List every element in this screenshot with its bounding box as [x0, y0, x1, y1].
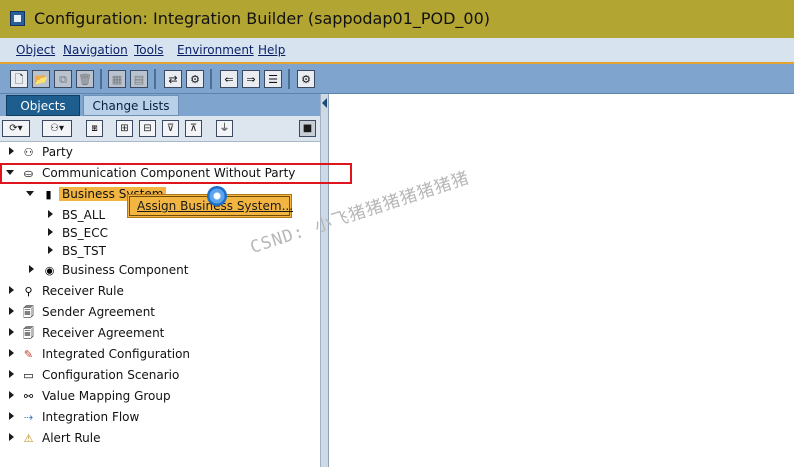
expand-arrow-icon[interactable]: [9, 391, 14, 399]
receiver-agreement-icon: 🗐: [23, 326, 34, 340]
toolbar-separator: [154, 69, 156, 89]
new-object-icon[interactable]: 🗋: [10, 70, 28, 88]
delete-icon[interactable]: 🗑: [76, 70, 94, 88]
refresh-dropdown-icon[interactable]: ⟳▾: [2, 120, 30, 137]
hierarchy-icon[interactable]: ⇄: [164, 70, 182, 88]
tab-objects[interactable]: Objects: [6, 95, 80, 116]
tree-item-integrated-configuration[interactable]: ✎ Integrated Configuration: [0, 344, 320, 364]
editor-area: [329, 94, 794, 467]
expand-arrow-icon[interactable]: [48, 246, 53, 254]
title-bar: Configuration: Integration Builder (sapp…: [0, 0, 794, 38]
window-title: Configuration: Integration Builder (sapp…: [34, 9, 491, 28]
party-filter-dropdown-icon[interactable]: ⚇▾: [42, 120, 72, 137]
tree-item-value-mapping-group[interactable]: ⚯ Value Mapping Group: [0, 386, 320, 406]
menu-bar: Object Navigation Tools Environment Help: [0, 38, 794, 64]
menu-help[interactable]: Help: [258, 43, 285, 57]
filter-icon[interactable]: ⏚: [216, 120, 233, 137]
business-system-icon: ▮: [45, 187, 52, 201]
value-mapping-group-icon: ⚯: [23, 389, 34, 403]
tree-item-label: Value Mapping Group: [42, 389, 171, 403]
collapse-pane-arrow-icon[interactable]: [322, 98, 327, 108]
copy-icon[interactable]: ⧉: [54, 70, 72, 88]
menu-tools[interactable]: Tools: [134, 43, 164, 57]
collapse-tree-icon[interactable]: ⊟: [139, 120, 156, 137]
menu-navigation[interactable]: Navigation: [63, 43, 128, 57]
forward-arrow-icon[interactable]: ⇒: [242, 70, 260, 88]
tree-item-integration-flow[interactable]: ⇢ Integration Flow: [0, 407, 320, 427]
display-icon[interactable]: ▦: [108, 70, 126, 88]
tree-item-business-component[interactable]: ◉ Business Component: [0, 260, 320, 280]
integration-flow-icon: ⇢: [23, 410, 34, 424]
receiver-rule-icon: ⚲: [24, 284, 33, 298]
pane-tab-row: Objects Change Lists: [0, 94, 320, 116]
expand-arrow-icon[interactable]: [9, 328, 14, 336]
menu-object[interactable]: Object: [16, 43, 55, 57]
binoculars-icon[interactable]: ⧆: [86, 120, 103, 137]
expand-arrow-icon[interactable]: [9, 412, 14, 420]
integrated-configuration-icon: ✎: [23, 347, 34, 361]
expand-arrow-icon[interactable]: [9, 370, 14, 378]
collapse-arrow-icon[interactable]: [26, 191, 34, 196]
tree-item-label: Integrated Configuration: [42, 347, 191, 361]
expand-arrow-icon[interactable]: [9, 307, 14, 315]
tree-item-receiver-rule[interactable]: ⚲ Receiver Rule: [0, 281, 320, 301]
tree-item-label: Sender Agreement: [42, 305, 155, 319]
tree-item-label: Receiver Rule: [42, 284, 124, 298]
expand-arrow-icon[interactable]: [48, 210, 53, 218]
tree-item-sender-agreement[interactable]: 🗐 Sender Agreement: [0, 302, 320, 322]
app-icon: [10, 11, 25, 26]
tree-item-label: Configuration Scenario: [42, 368, 180, 382]
tree-item-label: BS_ALL: [62, 208, 106, 222]
list-icon[interactable]: ☰: [264, 70, 282, 88]
expand-arrow-icon[interactable]: [9, 349, 14, 357]
settings-icon[interactable]: ⚙: [297, 70, 315, 88]
tree-item-configuration-scenario[interactable]: ▭ Configuration Scenario: [0, 365, 320, 385]
tree-item-label: Integration Flow: [42, 410, 140, 424]
sender-agreement-icon: 🗐: [23, 305, 34, 319]
navigation-pane: Objects Change Lists ⟳▾ ⚇▾ ⧆ ⊞ ⊟ ⊽ ⊼ ⏚ ■…: [0, 94, 320, 467]
tree-item-alert-rule[interactable]: ⚠ Alert Rule: [0, 428, 320, 448]
pane-maximize-icon[interactable]: ■: [299, 120, 316, 137]
tree-item-label: BS_TST: [62, 244, 106, 258]
expand-arrow-icon[interactable]: [48, 228, 53, 236]
collapse-subtree-icon[interactable]: ⊼: [185, 120, 202, 137]
toolbar-separator: [210, 69, 212, 89]
open-folder-icon[interactable]: 📂: [32, 70, 50, 88]
highlight-annotation-box: [0, 163, 352, 184]
where-used-icon[interactable]: ⚙: [186, 70, 204, 88]
busy-cursor-icon: [207, 186, 227, 206]
expand-arrow-icon[interactable]: [9, 433, 14, 441]
tree-item-label: Receiver Agreement: [42, 326, 165, 340]
pane-splitter[interactable]: [320, 94, 329, 467]
object-tree: ⚇ Party ⛀ Communication Component Withou…: [0, 142, 320, 467]
toolbar-separator: [100, 69, 102, 89]
tab-change-lists[interactable]: Change Lists: [83, 95, 179, 116]
tree-item-label: Business Component: [62, 263, 189, 277]
tree-item-label: Alert Rule: [42, 431, 101, 445]
expand-arrow-icon[interactable]: [9, 286, 14, 294]
menu-environment[interactable]: Environment: [177, 43, 254, 57]
edit-icon[interactable]: ▤: [130, 70, 148, 88]
tree-item-label: BS_ECC: [62, 226, 108, 240]
party-icon: ⚇: [23, 145, 34, 159]
expand-arrow-icon[interactable]: [9, 147, 14, 155]
expand-subtree-icon[interactable]: ⊽: [162, 120, 179, 137]
tree-toolbar: ⟳▾ ⚇▾ ⧆ ⊞ ⊟ ⊽ ⊼ ⏚ ■: [0, 116, 320, 142]
main-toolbar: 🗋 📂 ⧉ 🗑 ▦ ▤ ⇄ ⚙ ⇐ ⇒ ☰ ⚙: [0, 64, 794, 94]
toolbar-separator: [288, 69, 290, 89]
tree-item-label: Party: [42, 145, 73, 159]
configuration-scenario-icon: ▭: [23, 368, 34, 382]
back-arrow-icon[interactable]: ⇐: [220, 70, 238, 88]
business-component-icon: ◉: [44, 263, 55, 277]
tree-item-party[interactable]: ⚇ Party: [0, 142, 320, 162]
tree-item-receiver-agreement[interactable]: 🗐 Receiver Agreement: [0, 323, 320, 343]
expand-arrow-icon[interactable]: [29, 265, 34, 273]
expand-tree-icon[interactable]: ⊞: [116, 120, 133, 137]
alert-rule-icon: ⚠: [23, 431, 34, 445]
